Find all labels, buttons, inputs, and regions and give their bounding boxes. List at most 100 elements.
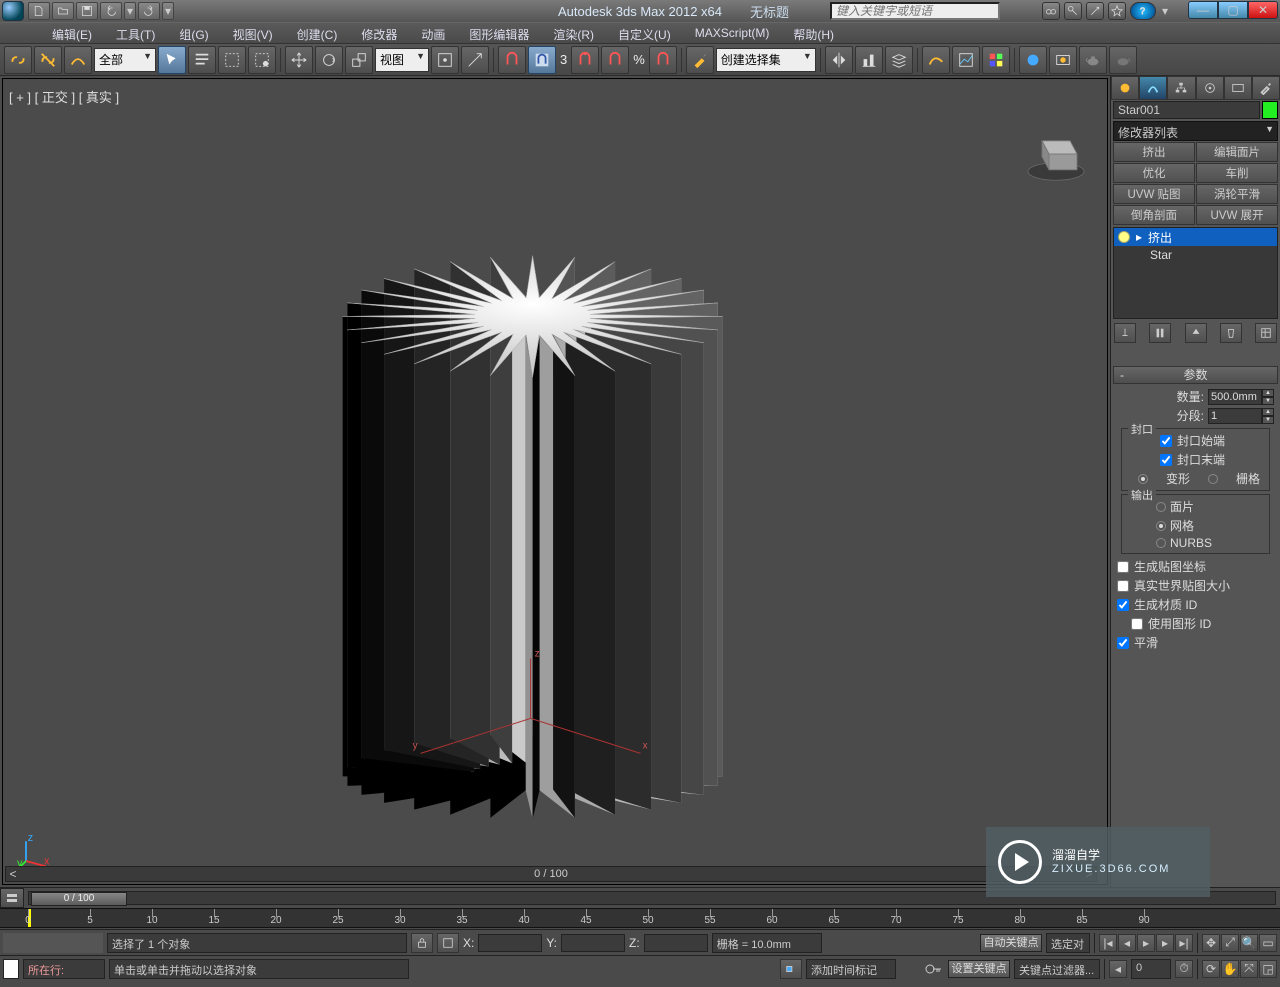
menu-maxscript[interactable]: MAXScript(M) xyxy=(683,23,782,43)
hand-icon[interactable]: ✋ xyxy=(1221,960,1239,978)
bind-icon[interactable] xyxy=(64,46,92,74)
cb-realworld[interactable] xyxy=(1117,580,1129,592)
btn-optimize[interactable]: 优化 xyxy=(1113,163,1195,183)
selection-filter-dd[interactable]: 全部 xyxy=(94,48,156,72)
menu-rendering[interactable]: 渲染(R) xyxy=(541,23,606,43)
select-icon[interactable] xyxy=(158,46,186,74)
menu-customize[interactable]: 自定义(U) xyxy=(606,23,683,43)
angle-snap-icon[interactable] xyxy=(571,46,599,74)
menu-views[interactable]: 视图(V) xyxy=(221,23,285,43)
cb-smooth[interactable] xyxy=(1117,637,1129,649)
key-icon[interactable] xyxy=(1064,2,1082,20)
goto-start-icon[interactable]: |◂ xyxy=(1099,934,1117,952)
star-icon[interactable] xyxy=(1108,2,1126,20)
viewport[interactable]: [ + ] [ 正交 ] [ 真实 ] y x z xyxy=(2,78,1108,885)
app-menu-button[interactable] xyxy=(2,1,24,21)
pan-icon[interactable]: ✥ xyxy=(1202,934,1220,952)
cb-mapcoords[interactable] xyxy=(1117,561,1129,573)
segments-spinner[interactable]: ▲▼ xyxy=(1208,408,1274,424)
help-icon[interactable]: ? xyxy=(1130,2,1156,20)
next-frame-icon[interactable]: ▸ xyxy=(1156,934,1174,952)
help-search-input[interactable] xyxy=(830,2,1000,20)
snap-2d-icon[interactable] xyxy=(528,46,556,74)
tab-create-icon[interactable] xyxy=(1111,76,1139,100)
menu-help[interactable]: 帮助(H) xyxy=(781,23,846,43)
material-icon[interactable] xyxy=(982,46,1010,74)
morph-radio[interactable] xyxy=(1138,474,1148,484)
help-dd-icon[interactable]: ▾ xyxy=(1160,2,1170,20)
make-unique-icon[interactable] xyxy=(1185,323,1207,343)
isolate-icon[interactable] xyxy=(437,933,459,953)
cap-end-cb[interactable] xyxy=(1160,454,1172,466)
key-icon-status[interactable] xyxy=(924,962,944,976)
cap-start-cb[interactable] xyxy=(1160,435,1172,447)
rotate-icon[interactable] xyxy=(315,46,343,74)
timeline-config-icon[interactable] xyxy=(0,888,24,908)
tag-icon[interactable] xyxy=(780,959,802,979)
menu-animation[interactable]: 动画 xyxy=(409,23,457,43)
render-setup-icon[interactable] xyxy=(1019,46,1047,74)
setkey-button[interactable]: 设置关键点 xyxy=(948,960,1010,978)
cb-matid[interactable] xyxy=(1117,599,1129,611)
menu-edit[interactable]: 编辑(E) xyxy=(40,23,104,43)
scroll-left-icon[interactable]: < xyxy=(6,867,20,881)
btn-bevelprofile[interactable]: 倒角剖面 xyxy=(1113,205,1195,225)
redo-icon[interactable] xyxy=(138,2,160,20)
grid-radio[interactable] xyxy=(1208,474,1218,484)
btn-uvwunwrap[interactable]: UVW 展开 xyxy=(1196,205,1278,225)
cb-shapeid[interactable] xyxy=(1131,618,1143,630)
schematic-icon[interactable] xyxy=(952,46,980,74)
undo-icon[interactable] xyxy=(100,2,122,20)
window-crossing-icon[interactable] xyxy=(248,46,276,74)
frame-input[interactable]: 0 xyxy=(1131,959,1171,979)
teapot-icon[interactable] xyxy=(1079,46,1107,74)
zoom-ex-icon[interactable]: ⤢ xyxy=(1221,934,1239,952)
viewport-hscroll[interactable]: < 0 / 100 > xyxy=(5,866,1097,882)
select-name-icon[interactable] xyxy=(188,46,216,74)
segments-input[interactable] xyxy=(1208,408,1262,424)
btn-uvwmap[interactable]: UVW 贴图 xyxy=(1113,184,1195,204)
stack-item-extrude[interactable]: ▸挤出 xyxy=(1114,228,1277,246)
tab-display-icon[interactable] xyxy=(1224,76,1252,100)
tab-motion-icon[interactable] xyxy=(1196,76,1224,100)
tab-hierarchy-icon[interactable] xyxy=(1167,76,1195,100)
modifier-list-dd[interactable]: 修改器列表 xyxy=(1113,121,1278,141)
align-icon[interactable] xyxy=(855,46,883,74)
pivot-icon[interactable] xyxy=(431,46,459,74)
btn-turbosmooth[interactable]: 涡轮平滑 xyxy=(1196,184,1278,204)
tab-utilities-icon[interactable] xyxy=(1252,76,1280,100)
binoculars-icon[interactable] xyxy=(1042,2,1060,20)
tab-modify-icon[interactable] xyxy=(1139,76,1167,100)
object-color-swatch[interactable] xyxy=(1262,101,1278,119)
scale-icon[interactable] xyxy=(345,46,373,74)
remove-mod-icon[interactable] xyxy=(1220,323,1242,343)
menu-grapheditors[interactable]: 图形编辑器 xyxy=(457,23,541,43)
lock-icon[interactable] xyxy=(411,933,433,953)
menu-modifiers[interactable]: 修改器 xyxy=(349,23,409,43)
viewcube-icon[interactable] xyxy=(1021,119,1091,189)
menu-create[interactable]: 创建(C) xyxy=(285,23,350,43)
time-thumb[interactable]: 0 / 100 xyxy=(31,892,127,906)
play-icon[interactable]: ▸ xyxy=(1137,934,1155,952)
script-rec-icon[interactable] xyxy=(3,959,19,979)
percent-snap-icon[interactable] xyxy=(601,46,629,74)
btn-lathe[interactable]: 车削 xyxy=(1196,163,1278,183)
namedset-dd[interactable]: 创建选择集 xyxy=(716,48,816,72)
info-icon[interactable] xyxy=(1086,2,1104,20)
bulb-icon[interactable] xyxy=(1118,231,1130,243)
refcoord-dd[interactable]: 视图 xyxy=(375,48,429,72)
spinner-snap-icon[interactable] xyxy=(649,46,677,74)
pin-stack-icon[interactable] xyxy=(1114,323,1136,343)
new-icon[interactable] xyxy=(28,2,50,20)
save-icon[interactable] xyxy=(76,2,98,20)
undo-dd-icon[interactable]: ▾ xyxy=(124,2,136,20)
layers-icon[interactable] xyxy=(885,46,913,74)
x-input[interactable] xyxy=(478,934,542,952)
link-icon[interactable] xyxy=(4,46,32,74)
walk-icon[interactable]: ⤧ xyxy=(1240,960,1258,978)
out-patch-radio[interactable] xyxy=(1156,502,1166,512)
show-end-icon[interactable] xyxy=(1149,323,1171,343)
mirror-icon[interactable] xyxy=(825,46,853,74)
orbit-icon[interactable]: ⟳ xyxy=(1202,960,1220,978)
stack-item-star[interactable]: Star xyxy=(1114,246,1277,264)
